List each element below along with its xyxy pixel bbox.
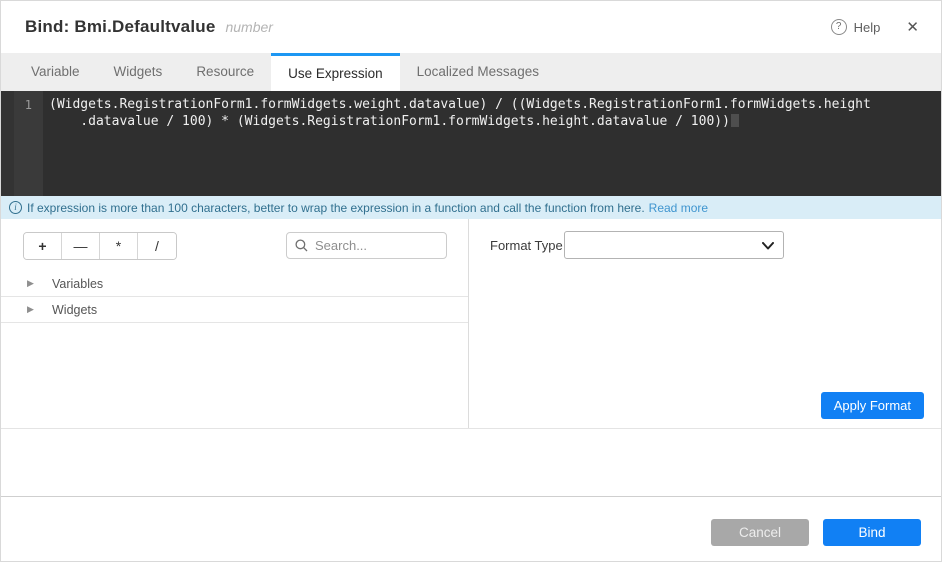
info-icon: i [9,201,22,214]
tab-bar: Variable Widgets Resource Use Expression… [1,53,941,91]
dialog-footer: Cancel Bind [1,497,941,561]
format-type-select[interactable] [564,231,784,259]
dialog-title: Bind: Bmi.Defaultvalue [25,17,216,36]
tab-use-expression[interactable]: Use Expression [271,53,400,91]
operator-multiply-button[interactable]: * [100,233,138,259]
help-button[interactable]: ? Help [830,19,881,35]
binding-tree: ▶ Variables ▶ Widgets [1,271,468,323]
dialog-header: Bind: Bmi.Defaultvalue number ? Help ✕ [1,1,941,53]
caret-right-icon[interactable]: ▶ [27,278,37,289]
tab-resource[interactable]: Resource [179,53,271,91]
close-icon[interactable]: ✕ [902,16,923,38]
operator-plus-button[interactable]: + [24,233,62,259]
bind-dialog: Bind: Bmi.Defaultvalue number ? Help ✕ V… [0,0,942,562]
operator-button-group: + — * / [23,232,177,260]
dialog-subtitle-type: number [225,19,273,35]
format-panel: Format Type Apply Format [470,219,941,428]
expression-code[interactable]: (Widgets.RegistrationForm1.formWidgets.w… [49,97,931,130]
help-label: Help [853,19,881,35]
tab-localized-messages[interactable]: Localized Messages [400,53,556,91]
code-line-1: (Widgets.RegistrationForm1.formWidgets.w… [49,97,871,112]
search-input[interactable] [315,238,438,253]
format-type-label: Format Type [490,238,563,253]
operator-divide-button[interactable]: / [138,233,176,259]
header-actions: ? Help ✕ [830,16,923,38]
read-more-link[interactable]: Read more [649,201,708,215]
bind-button[interactable]: Bind [823,519,921,546]
tab-variable[interactable]: Variable [14,53,97,91]
search-icon [295,239,308,252]
apply-format-button[interactable]: Apply Format [820,392,924,419]
cancel-button[interactable]: Cancel [711,519,809,546]
info-message: If expression is more than 100 character… [27,200,645,215]
tab-widgets[interactable]: Widgets [97,53,180,91]
expression-builder-panel: + — * / ▶ Variables ▶ Widgets [1,219,469,428]
tree-item-widgets[interactable]: ▶ Widgets [1,297,468,323]
search-box [286,232,447,259]
expression-editor[interactable]: 1 (Widgets.RegistrationForm1.formWidgets… [1,91,941,196]
text-cursor [730,113,739,127]
tree-item-variables[interactable]: ▶ Variables [1,271,468,297]
code-line-2-text: .datavalue / 100) * (Widgets.Registratio… [49,113,730,129]
chevron-down-icon [762,242,774,250]
tree-item-label: Variables [52,276,104,291]
editor-gutter-corner [1,91,14,196]
code-line-2: .datavalue / 100) * (Widgets.Registratio… [49,113,931,131]
tree-item-label: Widgets [52,302,98,317]
line-number: 1 [24,98,32,112]
info-bar: i If expression is more than 100 charact… [1,196,941,219]
main-area: + — * / ▶ Variables ▶ Widgets [1,219,941,429]
help-icon: ? [830,19,847,35]
editor-gutter: 1 [1,91,43,196]
caret-right-icon[interactable]: ▶ [27,304,37,315]
operator-minus-button[interactable]: — [62,233,100,259]
